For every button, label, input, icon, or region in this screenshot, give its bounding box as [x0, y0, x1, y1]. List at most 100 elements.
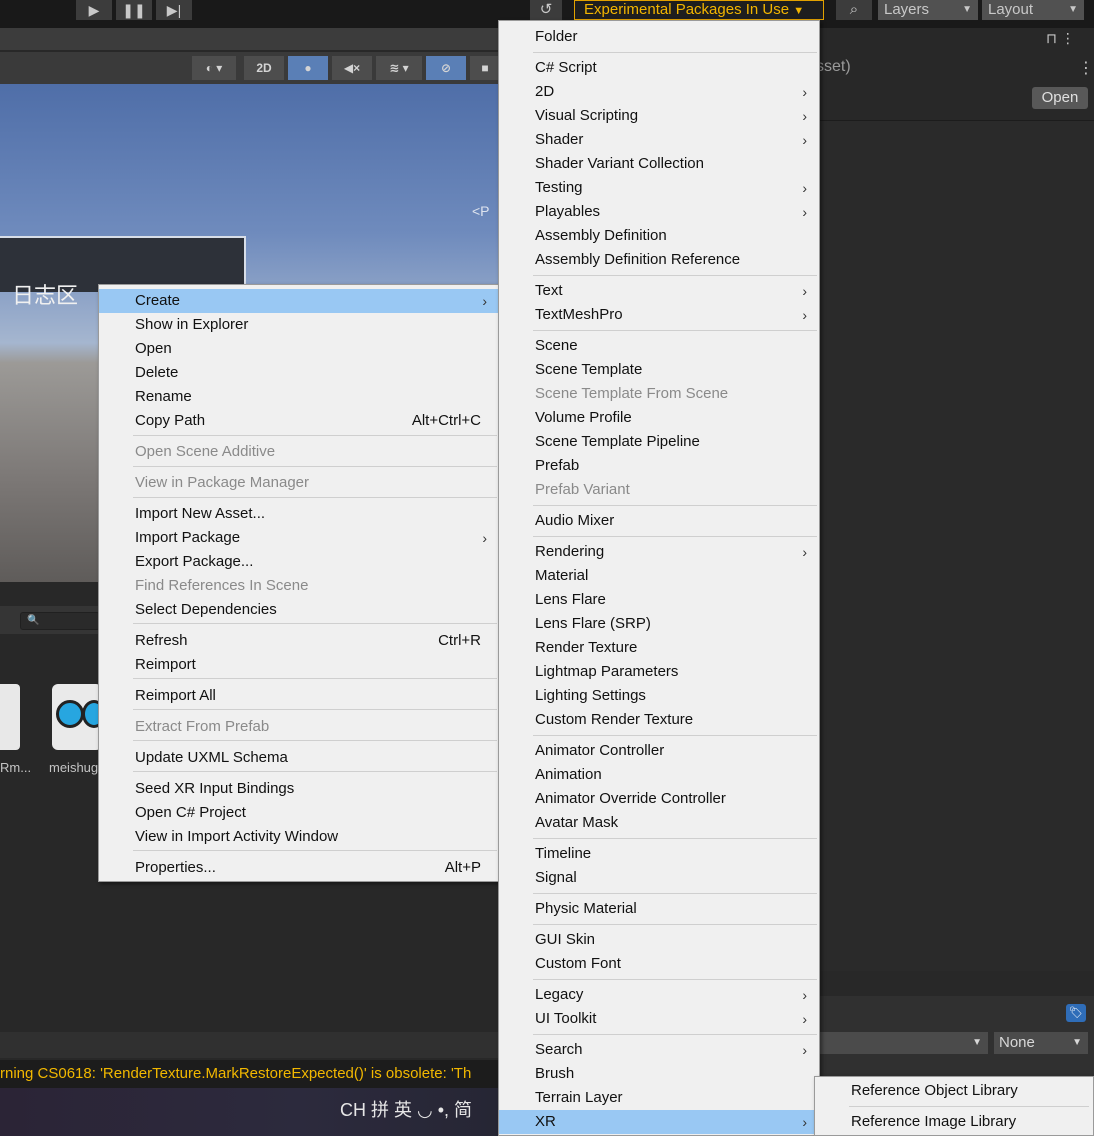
- menu-item-prefab[interactable]: Prefab: [499, 454, 819, 478]
- step-button[interactable]: ▶|: [156, 0, 192, 20]
- menu-item-audio-mixer[interactable]: Audio Mixer: [499, 509, 819, 533]
- menu-item-playables[interactable]: Playables ›: [499, 200, 819, 224]
- console-message[interactable]: rning CS0618: 'RenderTexture.MarkRestore…: [0, 1060, 500, 1088]
- menu-item-view-in-import-activity-window[interactable]: View in Import Activity Window: [99, 825, 499, 849]
- menu-item-avatar-mask[interactable]: Avatar Mask: [499, 811, 819, 835]
- menu-item-legacy[interactable]: Legacy ›: [499, 983, 819, 1007]
- layout-dropdown[interactable]: Layout ▼: [982, 0, 1084, 20]
- asset-thumbnail[interactable]: [0, 684, 20, 750]
- layers-dropdown[interactable]: Layers ▼: [878, 0, 978, 20]
- lighting-toggle[interactable]: ●: [288, 56, 328, 80]
- menu-item-shader[interactable]: Shader ›: [499, 128, 819, 152]
- menu-item-export-package[interactable]: Export Package...: [99, 550, 499, 574]
- toggle-2d-button[interactable]: 2D: [244, 56, 284, 80]
- menu-item-visual-scripting[interactable]: Visual Scripting ›: [499, 104, 819, 128]
- menu-item-scene[interactable]: Scene: [499, 334, 819, 358]
- menu-item-reference-object-library[interactable]: Reference Object Library: [815, 1079, 1093, 1103]
- lock-icon[interactable]: ⊓ ⋮: [1046, 30, 1075, 47]
- open-button[interactable]: Open: [1032, 87, 1088, 109]
- play-button[interactable]: ▶: [76, 0, 112, 20]
- menu-item-lens-flare-srp[interactable]: Lens Flare (SRP): [499, 612, 819, 636]
- menu-item-label: TextMeshPro: [535, 306, 623, 323]
- search-button[interactable]: ⌕: [836, 0, 872, 20]
- menu-item-lens-flare[interactable]: Lens Flare: [499, 588, 819, 612]
- menu-item-assembly-definition[interactable]: Assembly Definition: [499, 224, 819, 248]
- pause-button[interactable]: ❚❚: [116, 0, 152, 20]
- more-options-icon[interactable]: ⋮: [1078, 58, 1094, 78]
- menu-item-gui-skin[interactable]: GUI Skin: [499, 928, 819, 952]
- menu-item-assembly-definition-reference[interactable]: Assembly Definition Reference: [499, 248, 819, 272]
- menu-item-c-script[interactable]: C# Script: [499, 56, 819, 80]
- menu-item-folder[interactable]: Folder: [499, 25, 819, 49]
- menu-item-show-in-explorer[interactable]: Show in Explorer: [99, 313, 499, 337]
- camera-button[interactable]: ■: [470, 56, 500, 80]
- menu-item-text[interactable]: Text ›: [499, 279, 819, 303]
- menu-item-label: Animation: [535, 766, 602, 783]
- chevron-right-icon: ›: [802, 132, 807, 148]
- asset-bundle-dropdown[interactable]: ▼: [820, 1032, 988, 1054]
- menu-item-import-package[interactable]: Import Package ›: [99, 526, 499, 550]
- menu-item-rendering[interactable]: Rendering ›: [499, 540, 819, 564]
- menu-item-copy-path[interactable]: Copy Path Alt+Ctrl+C: [99, 409, 499, 433]
- menu-item-properties[interactable]: Properties... Alt+P: [99, 856, 499, 880]
- menu-item-search[interactable]: Search ›: [499, 1038, 819, 1062]
- visibility-toggle[interactable]: ⊘: [426, 56, 466, 80]
- ime-indicator[interactable]: CH 拼 英 ◡ •, 简: [340, 1096, 472, 1122]
- menu-item-material[interactable]: Material: [499, 564, 819, 588]
- menu-item-label: Find References In Scene: [135, 577, 309, 594]
- menu-item-lighting-settings[interactable]: Lighting Settings: [499, 684, 819, 708]
- menu-item-reimport-all[interactable]: Reimport All: [99, 684, 499, 708]
- project-search-input[interactable]: 🔍: [20, 612, 100, 630]
- menu-item-scene-template[interactable]: Scene Template: [499, 358, 819, 382]
- menu-item-testing[interactable]: Testing ›: [499, 176, 819, 200]
- dropdown-arrow-icon: ▼: [793, 5, 805, 17]
- asset-thumbnail[interactable]: [52, 684, 106, 750]
- menu-item-seed-xr-input-bindings[interactable]: Seed XR Input Bindings: [99, 777, 499, 801]
- menu-item-textmeshpro[interactable]: TextMeshPro ›: [499, 303, 819, 327]
- menu-item-signal[interactable]: Signal: [499, 866, 819, 890]
- menu-item-label: Physic Material: [535, 900, 637, 917]
- menu-item-ui-toolkit[interactable]: UI Toolkit ›: [499, 1007, 819, 1031]
- inspector-title: sset): [816, 58, 851, 75]
- effects-toggle[interactable]: ≋ ▾: [376, 56, 422, 80]
- menu-item-delete[interactable]: Delete: [99, 361, 499, 385]
- menu-item-terrain-layer[interactable]: Terrain Layer: [499, 1086, 819, 1110]
- menu-item-shader-variant-collection[interactable]: Shader Variant Collection: [499, 152, 819, 176]
- menu-item-animator-controller[interactable]: Animator Controller: [499, 739, 819, 763]
- menu-item-refresh[interactable]: Refresh Ctrl+R: [99, 629, 499, 653]
- menu-item-select-dependencies[interactable]: Select Dependencies: [99, 598, 499, 622]
- history-button[interactable]: ↺: [530, 0, 562, 20]
- menu-item-create[interactable]: Create ›: [99, 289, 499, 313]
- experimental-packages-button[interactable]: Experimental Packages In Use ▼: [574, 0, 824, 20]
- menu-item-custom-render-texture[interactable]: Custom Render Texture: [499, 708, 819, 732]
- menu-item-reference-image-library[interactable]: Reference Image Library: [815, 1110, 1093, 1134]
- menu-item-lightmap-parameters[interactable]: Lightmap Parameters: [499, 660, 819, 684]
- menu-item-xr[interactable]: XR ›: [499, 1110, 819, 1134]
- scene-gizmo-label[interactable]: <P: [472, 203, 490, 219]
- menu-item-label: Brush: [535, 1065, 575, 1082]
- menu-item-animation[interactable]: Animation: [499, 763, 819, 787]
- audio-toggle[interactable]: ◀×: [332, 56, 372, 80]
- menu-item-brush[interactable]: Brush: [499, 1062, 819, 1086]
- variant-dropdown[interactable]: None ▼: [994, 1032, 1088, 1054]
- menu-item-volume-profile[interactable]: Volume Profile: [499, 406, 819, 430]
- menu-item-2d[interactable]: 2D ›: [499, 80, 819, 104]
- menu-item-open[interactable]: Open: [99, 337, 499, 361]
- menu-item-physic-material[interactable]: Physic Material: [499, 897, 819, 921]
- menu-item-custom-font[interactable]: Custom Font: [499, 952, 819, 976]
- menu-item-open-c-project[interactable]: Open C# Project: [99, 801, 499, 825]
- menu-item-update-uxml-schema[interactable]: Update UXML Schema: [99, 746, 499, 770]
- chevron-right-icon: ›: [482, 530, 487, 546]
- render-mode-button[interactable]: ◐ ▾: [192, 56, 236, 80]
- menu-separator: [533, 838, 817, 839]
- menu-item-reimport[interactable]: Reimport: [99, 653, 499, 677]
- menu-item-rename[interactable]: Rename: [99, 385, 499, 409]
- menu-item-label: Terrain Layer: [535, 1089, 623, 1106]
- menu-item-timeline[interactable]: Timeline: [499, 842, 819, 866]
- menu-item-label: Copy Path: [135, 412, 206, 429]
- menu-item-animator-override-controller[interactable]: Animator Override Controller: [499, 787, 819, 811]
- menu-item-import-new-asset[interactable]: Import New Asset...: [99, 502, 499, 526]
- menu-item-render-texture[interactable]: Render Texture: [499, 636, 819, 660]
- menu-item-scene-template-pipeline[interactable]: Scene Template Pipeline: [499, 430, 819, 454]
- tag-icon[interactable]: 🏷: [1066, 1004, 1086, 1022]
